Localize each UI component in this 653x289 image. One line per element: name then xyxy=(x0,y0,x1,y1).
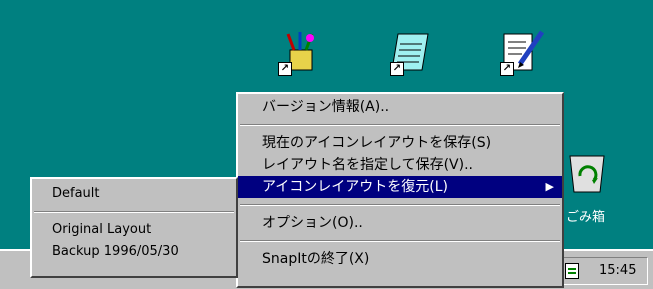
menu-item-version-info[interactable]: バージョン情報(A).. xyxy=(238,96,562,118)
menu-separator xyxy=(240,204,560,206)
menu-item-exit[interactable]: SnapItの終了(X) xyxy=(238,248,562,270)
menu-item-restore-layout[interactable]: アイコンレイアウトを復元(L) ▶ xyxy=(238,176,562,198)
context-menu: バージョン情報(A).. 現在のアイコンレイアウトを保存(S) レイアウト名を指… xyxy=(236,92,564,288)
menu-separator xyxy=(240,240,560,242)
menu-separator xyxy=(240,124,560,126)
submenu-item-default[interactable]: Default xyxy=(32,183,236,205)
write-shortcut-icon[interactable]: ↗ xyxy=(498,28,546,76)
menu-item-options[interactable]: オプション(O).. xyxy=(238,212,562,234)
submenu-item-original-layout[interactable]: Original Layout xyxy=(32,219,236,241)
restore-layout-submenu: Default Original Layout Backup 1996/05/3… xyxy=(30,177,238,278)
shortcut-arrow-icon: ↗ xyxy=(278,62,292,76)
submenu-arrow-icon: ▶ xyxy=(545,180,554,193)
paint-shortcut-icon[interactable]: ↗ xyxy=(276,28,324,76)
recycle-bin-label: ごみ箱 xyxy=(566,210,606,225)
shortcut-arrow-icon: ↗ xyxy=(500,62,514,76)
menu-item-save-as[interactable]: レイアウト名を指定して保存(V).. xyxy=(238,154,562,176)
shortcut-arrow-icon: ↗ xyxy=(390,62,404,76)
menu-item-save-layout[interactable]: 現在のアイコンレイアウトを保存(S) xyxy=(238,132,562,154)
clock: 15:45 xyxy=(599,263,637,278)
menu-item-restore-layout-label: アイコンレイアウトを復元(L) xyxy=(262,179,449,195)
system-tray: 15:45 xyxy=(558,257,648,285)
recycle-bin-icon[interactable] xyxy=(560,150,620,194)
submenu-item-backup[interactable]: Backup 1996/05/30 xyxy=(32,241,236,263)
notepad-shortcut-icon[interactable]: ↗ xyxy=(388,28,436,76)
snapit-tray-icon[interactable] xyxy=(565,263,579,279)
menu-separator xyxy=(34,211,234,213)
